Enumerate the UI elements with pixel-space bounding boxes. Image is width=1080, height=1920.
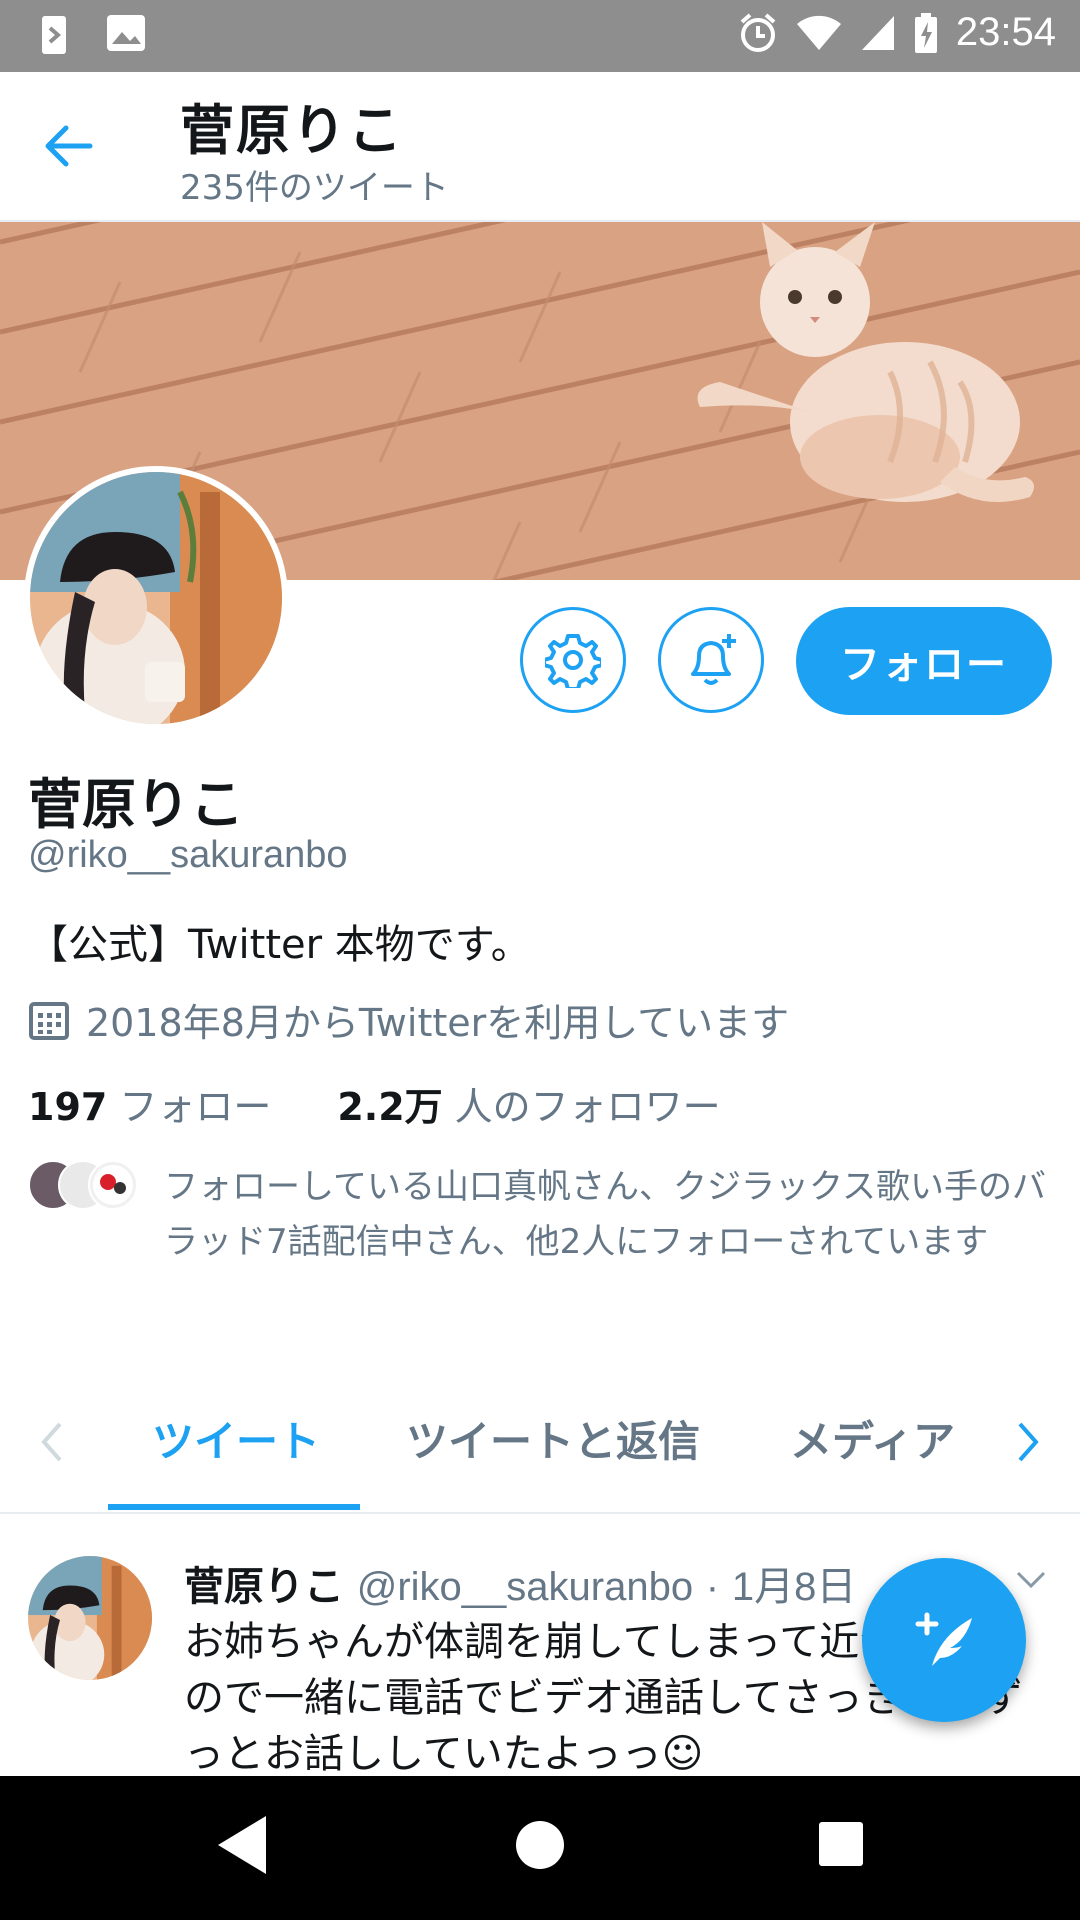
sim-icon [42, 16, 66, 54]
tweet-avatar-image [28, 1556, 152, 1680]
tweet-avatar[interactable] [28, 1556, 152, 1680]
signal-icon [861, 15, 894, 50]
bell-plus-icon [691, 634, 736, 685]
tweet-handle: @riko__sakuranbo [356, 1565, 694, 1609]
profile-joined: 2018年8月からTwitterを利用しています [28, 992, 789, 1047]
joined-text: 2018年8月からTwitterを利用しています [86, 1001, 790, 1045]
gear-icon [545, 634, 601, 688]
following-count[interactable]: 197 [28, 1085, 107, 1129]
clock-time: 23:54 [955, 10, 1056, 54]
followed-by-text: フォローしている山口真帆さん、クジラックス歌い手のバラッド7話配信中さん、他2人… [164, 1167, 1046, 1262]
compose-icon [915, 1612, 972, 1666]
battery-charging-icon [914, 12, 937, 53]
tweet-separator: · [705, 1565, 720, 1609]
tab-active-indicator [108, 1504, 360, 1510]
chevron-left-icon[interactable] [40, 1420, 64, 1464]
tab-tweets-and-replies[interactable]: ツイートと返信 [406, 1408, 700, 1469]
nav-home-icon[interactable] [513, 1818, 567, 1872]
notifications-button[interactable] [658, 607, 764, 713]
chevron-down-icon[interactable] [1016, 1570, 1046, 1590]
tab-media[interactable]: メディア [790, 1408, 955, 1469]
following-label[interactable]: フォロー [119, 1076, 271, 1131]
tweet-author: 菅原りこ [184, 1564, 344, 1610]
alarm-icon [740, 12, 776, 52]
mutual-avatar-image [93, 1165, 133, 1205]
profile-stats: 197 フォロー 2.2万 人のフォロワー [28, 1076, 721, 1131]
back-arrow-icon[interactable] [44, 124, 94, 168]
followers-label[interactable]: 人のフォロワー [455, 1076, 721, 1131]
profile-bio: 【公式】Twitter 本物です。 [28, 922, 531, 968]
status-left-icons [40, 14, 146, 56]
tweet-header: 菅原りこ @riko__sakuranbo · 1月8日 [184, 1554, 856, 1612]
avatar-image [30, 472, 282, 724]
settings-button[interactable] [520, 607, 626, 713]
header-tweet-count: 235件のツイート [180, 168, 449, 208]
profile-name: 菅原りこ [28, 773, 244, 836]
calendar-icon [29, 1001, 69, 1040]
system-nav-bar [0, 1776, 1080, 1920]
header-title: 菅原りこ [180, 99, 404, 162]
tweet-date: 1月8日 [731, 1565, 857, 1609]
compose-tweet-button[interactable] [862, 1558, 1026, 1722]
status-right-icons: 23:54 [738, 10, 1056, 55]
wifi-icon [796, 15, 841, 50]
profile-handle: @riko__sakuranbo [28, 834, 348, 876]
chevron-right-icon[interactable] [1016, 1420, 1040, 1464]
status-bar: 23:54 [0, 0, 1080, 72]
nav-recents-icon[interactable] [817, 1820, 865, 1868]
follow-button[interactable]: フォロー [796, 607, 1052, 715]
tab-tweets[interactable]: ツイート [152, 1408, 320, 1469]
profile-avatar[interactable] [24, 466, 288, 730]
image-notification-icon [107, 15, 145, 51]
nav-back-icon[interactable] [214, 1812, 270, 1878]
mutual-avatar [88, 1160, 138, 1210]
followers-count[interactable]: 2.2万 [337, 1076, 442, 1131]
followed-by-avatars [28, 1160, 138, 1210]
profile-header-bar: 菅原りこ 235件のツイート [0, 72, 1080, 222]
profile-tabs: ツイート ツイートと返信 メディア [0, 1388, 1080, 1514]
